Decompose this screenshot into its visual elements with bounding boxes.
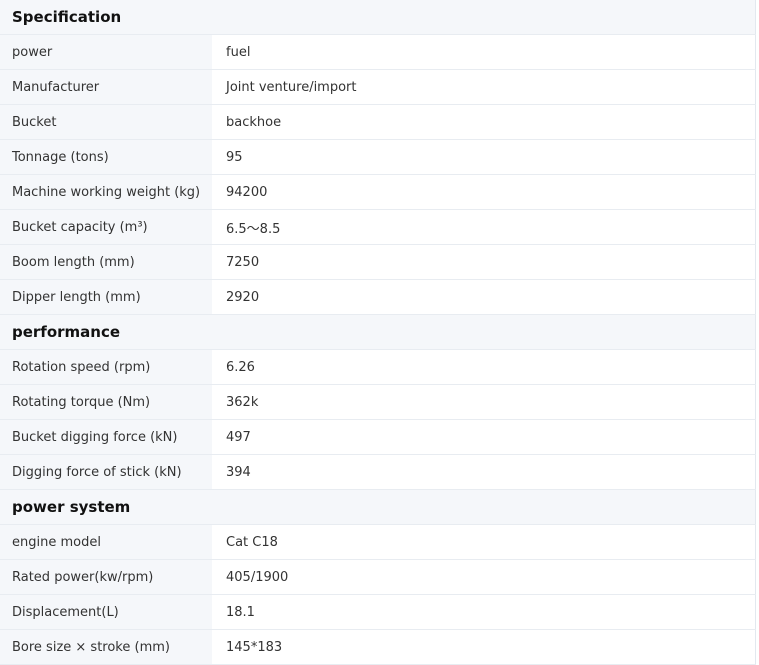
table-row: Bucket backhoe	[0, 104, 755, 140]
table-row: Dipper length (mm) 2920	[0, 279, 755, 315]
row-value: 405/1900	[212, 559, 755, 595]
row-label: power	[0, 34, 212, 70]
table-row: Rotating torque (Nm) 362k	[0, 384, 755, 420]
row-label: Tonnage (tons)	[0, 139, 212, 175]
row-label: Digging force of stick (kN)	[0, 454, 212, 490]
table-row: power fuel	[0, 34, 755, 70]
row-value: 362k	[212, 384, 755, 420]
row-label: Boom length (mm)	[0, 244, 212, 280]
row-value: 6.5～8.5	[212, 209, 755, 245]
row-value: backhoe	[212, 104, 755, 140]
row-value: 94200	[212, 174, 755, 210]
table-row: Bore size × stroke (mm) 145*183	[0, 629, 755, 665]
row-label: Dipper length (mm)	[0, 279, 212, 315]
row-value: Joint venture/import	[212, 69, 755, 105]
row-label: Bucket	[0, 104, 212, 140]
table-row: Bucket capacity (m³) 6.5～8.5	[0, 209, 755, 245]
table-row: Manufacturer Joint venture/import	[0, 69, 755, 105]
table-row: Rotation speed (rpm) 6.26	[0, 349, 755, 385]
spec-table: Specification power fuel Manufacturer Jo…	[0, 0, 756, 665]
row-label: Manufacturer	[0, 69, 212, 105]
table-row: Rated power(kw/rpm) 405/1900	[0, 559, 755, 595]
table-row: Boom length (mm) 7250	[0, 244, 755, 280]
table-row: Machine working weight (kg) 94200	[0, 174, 755, 210]
row-label: Bucket digging force (kN)	[0, 419, 212, 455]
table-row: Tonnage (tons) 95	[0, 139, 755, 175]
row-value: 497	[212, 419, 755, 455]
row-value: 18.1	[212, 594, 755, 630]
row-label: Rated power(kw/rpm)	[0, 559, 212, 595]
table-row: Digging force of stick (kN) 394	[0, 454, 755, 490]
row-value: fuel	[212, 34, 755, 70]
section-header-power-system: power system	[0, 489, 755, 525]
table-row: engine model Cat C18	[0, 524, 755, 560]
row-label: Bore size × stroke (mm)	[0, 629, 212, 665]
row-value: Cat C18	[212, 524, 755, 560]
row-value: 394	[212, 454, 755, 490]
section-title: Specification	[0, 0, 755, 35]
row-value: 95	[212, 139, 755, 175]
table-row: Bucket digging force (kN) 497	[0, 419, 755, 455]
row-value: 2920	[212, 279, 755, 315]
row-label: Rotating torque (Nm)	[0, 384, 212, 420]
row-label: Bucket capacity (m³)	[0, 209, 212, 245]
section-header-performance: performance	[0, 314, 755, 350]
row-value: 7250	[212, 244, 755, 280]
row-label: engine model	[0, 524, 212, 560]
row-label: Displacement(L)	[0, 594, 212, 630]
section-title: power system	[0, 489, 755, 525]
row-value: 145*183	[212, 629, 755, 665]
table-row: Displacement(L) 18.1	[0, 594, 755, 630]
row-label: Rotation speed (rpm)	[0, 349, 212, 385]
row-value: 6.26	[212, 349, 755, 385]
section-header-specification: Specification	[0, 0, 755, 35]
row-label: Machine working weight (kg)	[0, 174, 212, 210]
section-title: performance	[0, 314, 755, 350]
